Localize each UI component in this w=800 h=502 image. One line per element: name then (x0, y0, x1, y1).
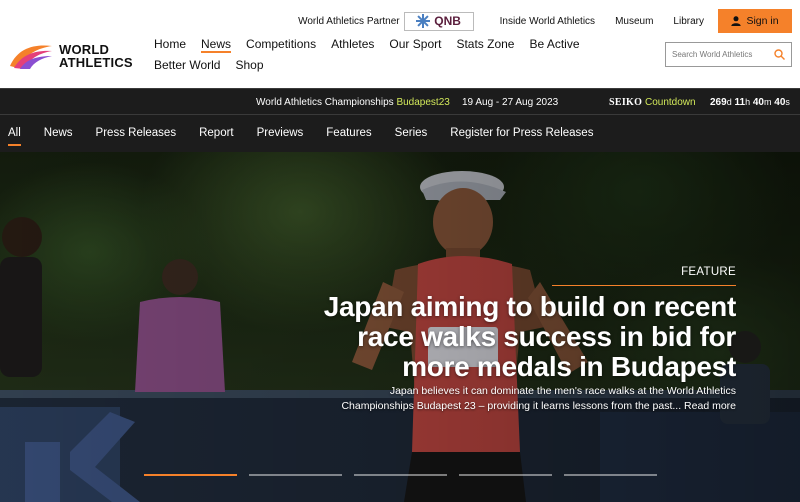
nav-item-better-world[interactable]: Better World (154, 57, 220, 78)
carousel-dot[interactable] (249, 474, 342, 476)
nav-item-athletes[interactable]: Athletes (331, 36, 374, 57)
qnb-mark-icon (416, 14, 431, 28)
site-header: WORLD ATHLETICS World Athletics Partner … (0, 0, 800, 88)
logo-wordmark: WORLD ATHLETICS (59, 42, 133, 70)
qnb-partner-logo[interactable]: QNB (403, 11, 474, 31)
qnb-wordmark: QNB (434, 14, 461, 28)
news-sub-navigation: All News Press Releases Report Previews … (0, 115, 800, 152)
championships-dates: 19 Aug - 27 Aug 2023 (462, 97, 559, 108)
museum-link[interactable]: Museum (615, 16, 653, 27)
nav-item-our-sport[interactable]: Our Sport (389, 36, 441, 57)
carousel-dot[interactable] (564, 474, 657, 476)
championships-countdown-bar[interactable]: World Athletics Championships Budapest23… (0, 88, 800, 115)
tab-all[interactable]: All (8, 115, 21, 152)
tab-press-releases[interactable]: Press Releases (96, 115, 177, 152)
feature-divider (552, 285, 736, 286)
nav-item-shop[interactable]: Shop (235, 57, 263, 78)
nav-item-be-active[interactable]: Be Active (529, 36, 579, 57)
user-icon (731, 16, 742, 26)
nav-item-stats-zone[interactable]: Stats Zone (456, 36, 514, 57)
hero-headline[interactable]: Japan aiming to build on recent race wal… (316, 292, 737, 382)
tab-series[interactable]: Series (395, 115, 428, 152)
feature-category-label: FEATURE (681, 266, 736, 278)
hero-summary[interactable]: Japan believes it can dominate the men's… (336, 384, 736, 414)
sign-in-label: Sign in (746, 15, 779, 27)
seiko-logo: SEIKO (609, 97, 643, 108)
seiko-countdown-label: SEIKO Countdown (609, 97, 696, 108)
carousel-dot[interactable] (459, 474, 552, 476)
nav-item-home[interactable]: Home (154, 36, 186, 57)
nav-item-competitions[interactable]: Competitions (246, 36, 316, 57)
countdown-timer: 269d 11h 40m 40s (710, 97, 790, 108)
carousel-dot[interactable] (144, 474, 237, 476)
championships-title[interactable]: World Athletics Championships Budapest23 (256, 97, 450, 108)
utility-bar: World Athletics Partner QNB Inside World… (298, 9, 792, 33)
search-icon[interactable] (774, 49, 785, 60)
world-athletics-logo[interactable]: WORLD ATHLETICS (8, 40, 138, 72)
tab-news[interactable]: News (44, 115, 73, 152)
nav-item-news[interactable]: News (201, 36, 232, 57)
carousel-dot[interactable] (354, 474, 447, 476)
tab-features[interactable]: Features (326, 115, 371, 152)
tab-previews[interactable]: Previews (257, 115, 304, 152)
tab-report[interactable]: Report (199, 115, 234, 152)
hero-feature[interactable]: FEATURE Japan aiming to build on recent … (0, 152, 800, 502)
world-athletics-swoosh-icon (10, 45, 52, 69)
search-box (665, 42, 792, 67)
search-input[interactable] (672, 50, 772, 59)
carousel-indicators (144, 474, 669, 476)
library-link[interactable]: Library (673, 16, 704, 27)
main-navigation: Home News Competitions Athletes Our Spor… (154, 36, 660, 78)
tab-register-press-releases[interactable]: Register for Press Releases (450, 115, 593, 152)
partner-label: World Athletics Partner (298, 15, 400, 27)
inside-world-athletics-link[interactable]: Inside World Athletics (500, 16, 595, 27)
championships-highlight: Budapest23 (396, 97, 450, 108)
sign-in-button[interactable]: Sign in (718, 9, 792, 33)
